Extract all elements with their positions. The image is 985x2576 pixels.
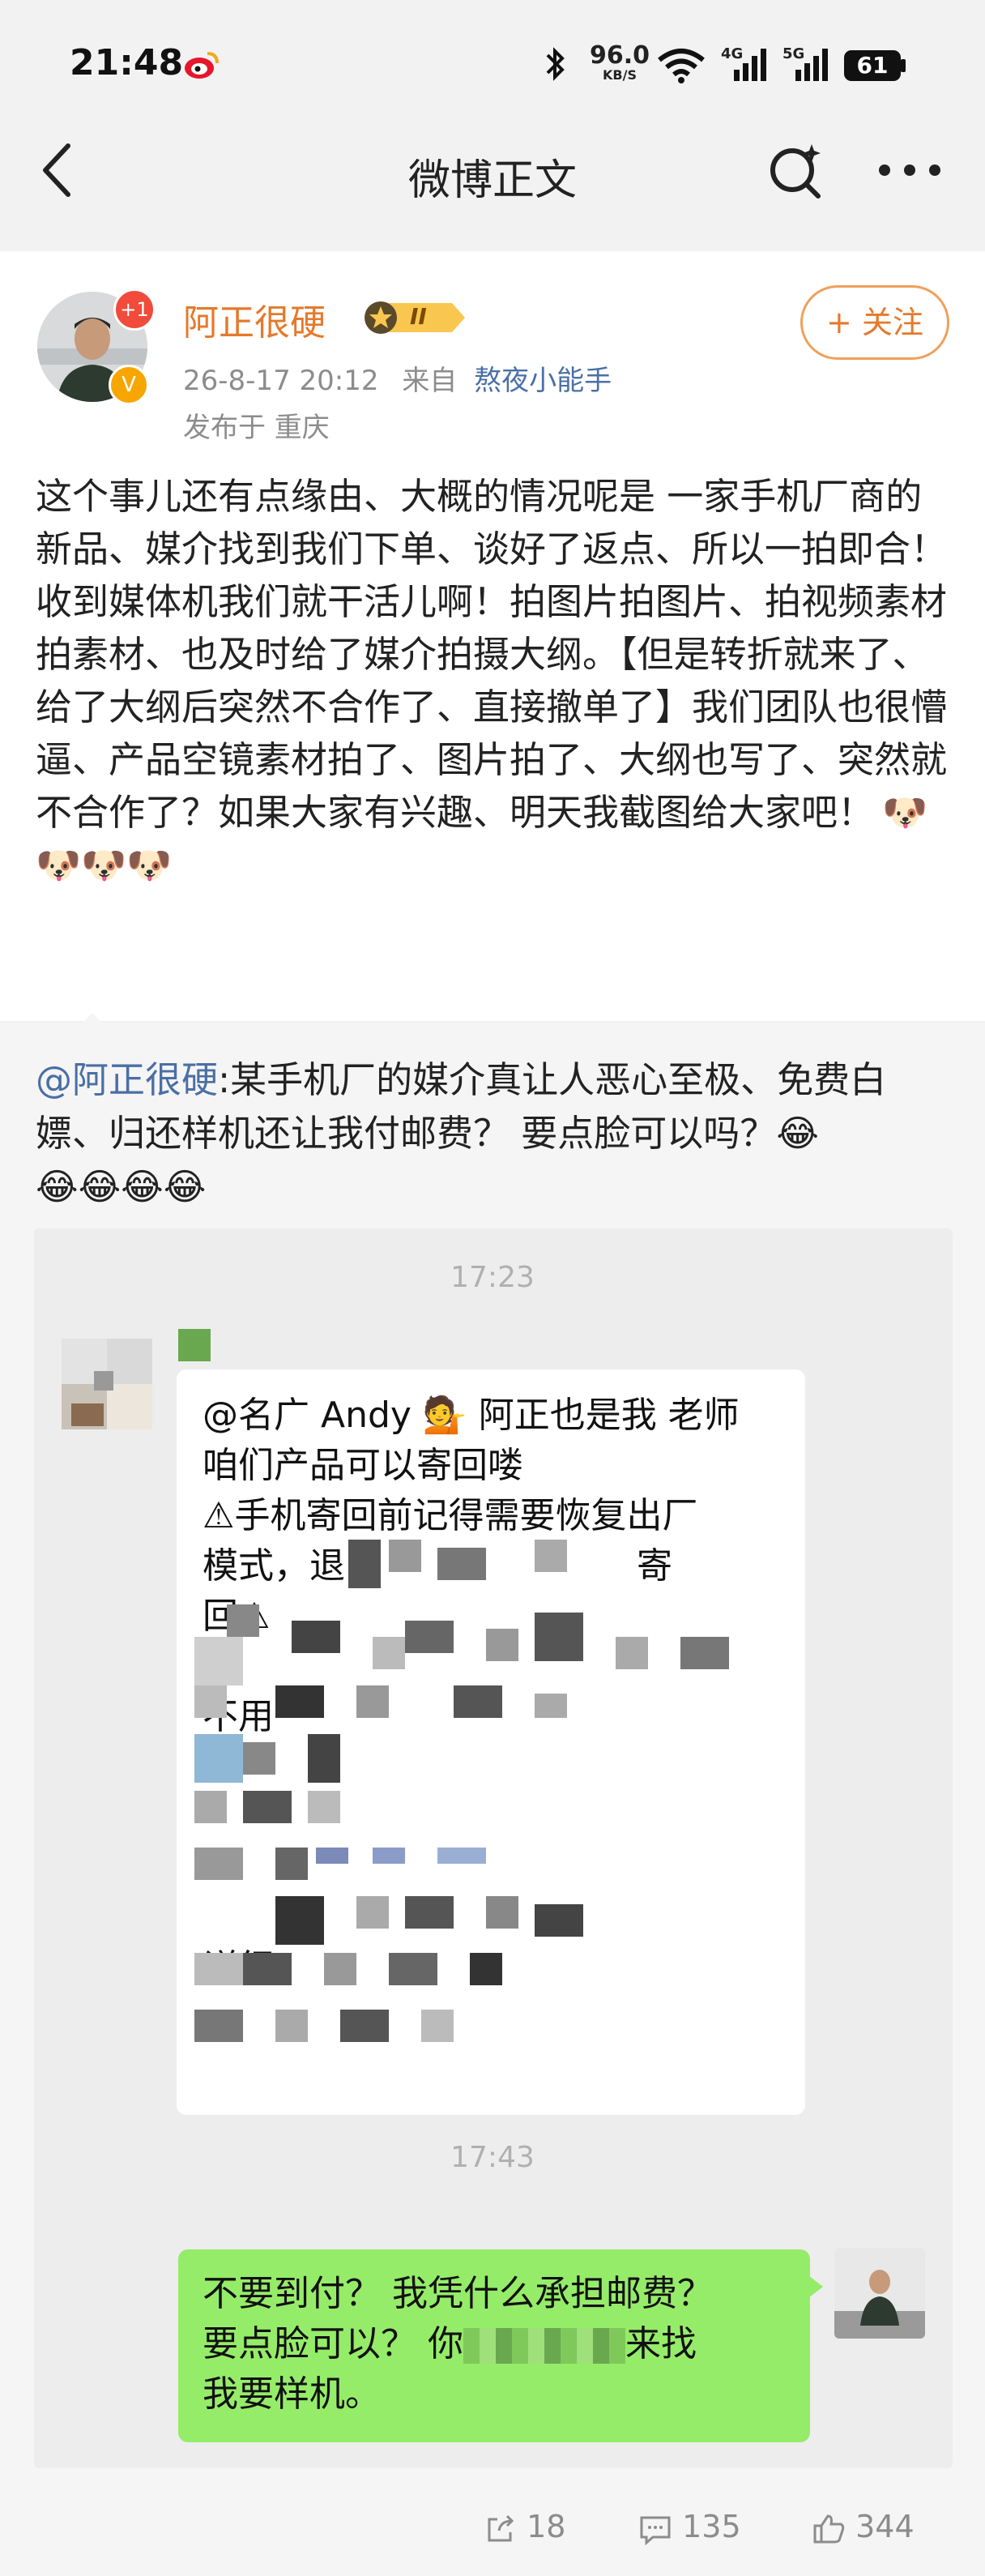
- repost-content: @阿正很硬:某手机厂的媒介真让人恶心至极、免费白嫖、归还样机还让我付邮费？ 要点…: [36, 1053, 951, 1214]
- post-body-text: 这个事儿还有点缘由、大概的情况呢是 一家手机厂商的新品、媒介找到我们下单、谈好了…: [36, 475, 948, 834]
- repost-emoji: 😂: [776, 1112, 819, 1155]
- message-text-outgoing: 不要到付？ 我凭什么承担邮费？ 要点脸可以？ 你来找 我要样机。: [203, 2273, 713, 2415]
- wifi-icon: [656, 47, 706, 88]
- source-prefix: 来自: [402, 365, 458, 397]
- net-speed: 96.0 KB/S: [590, 41, 650, 83]
- page-title: 微博正文: [407, 156, 577, 205]
- status-time: 21:48: [70, 42, 184, 83]
- like-action[interactable]: 344: [812, 2509, 915, 2545]
- like-count: 344: [855, 2509, 915, 2544]
- repost-emojis: 😂😂😂😂: [36, 1165, 207, 1208]
- battery-icon: 61: [844, 50, 909, 81]
- my-avatar: [834, 2248, 925, 2339]
- comment-count: 135: [682, 2509, 741, 2544]
- bluetooth-icon: [544, 47, 567, 81]
- more-button[interactable]: [875, 154, 944, 186]
- signal-5g-icon: 5G: [782, 45, 831, 86]
- sender-avatar: [62, 1339, 152, 1429]
- verified-icon: V: [109, 365, 149, 405]
- post-location: 发布于 重庆: [183, 412, 330, 444]
- chat-timestamp: 17:23: [450, 1261, 535, 1294]
- post-time: 26-8-17 20:12: [183, 365, 379, 397]
- repost-mention[interactable]: @阿正很硬: [36, 1058, 218, 1101]
- chat-timestamp: 17:43: [450, 2141, 535, 2174]
- level-badge: II: [361, 300, 470, 335]
- search-button[interactable]: [765, 139, 826, 201]
- signal-4g-icon: 4G: [721, 45, 770, 86]
- comment-action[interactable]: 135: [638, 2509, 741, 2545]
- avatar-badge: +1: [113, 288, 156, 331]
- post-source[interactable]: 熬夜小能手: [474, 365, 612, 397]
- author-name[interactable]: 阿正很硬: [183, 293, 326, 345]
- weibo-notification-icon: [183, 49, 220, 81]
- redaction-mosaic: [194, 1540, 778, 2091]
- post-body: 这个事儿还有点缘由、大概的情况呢是 一家手机厂商的新品、媒介找到我们下单、谈好了…: [36, 470, 951, 891]
- follow-button[interactable]: + 关注: [800, 285, 949, 360]
- repost-pointer: [75, 1013, 110, 1031]
- sender-name-blur: [178, 1329, 211, 1361]
- post-meta: 26-8-17 20:12 来自 熬夜小能手: [183, 358, 612, 398]
- repost-count: 18: [527, 2509, 566, 2544]
- bubble-tail: [808, 2275, 823, 2298]
- repost-action[interactable]: 18: [484, 2509, 565, 2545]
